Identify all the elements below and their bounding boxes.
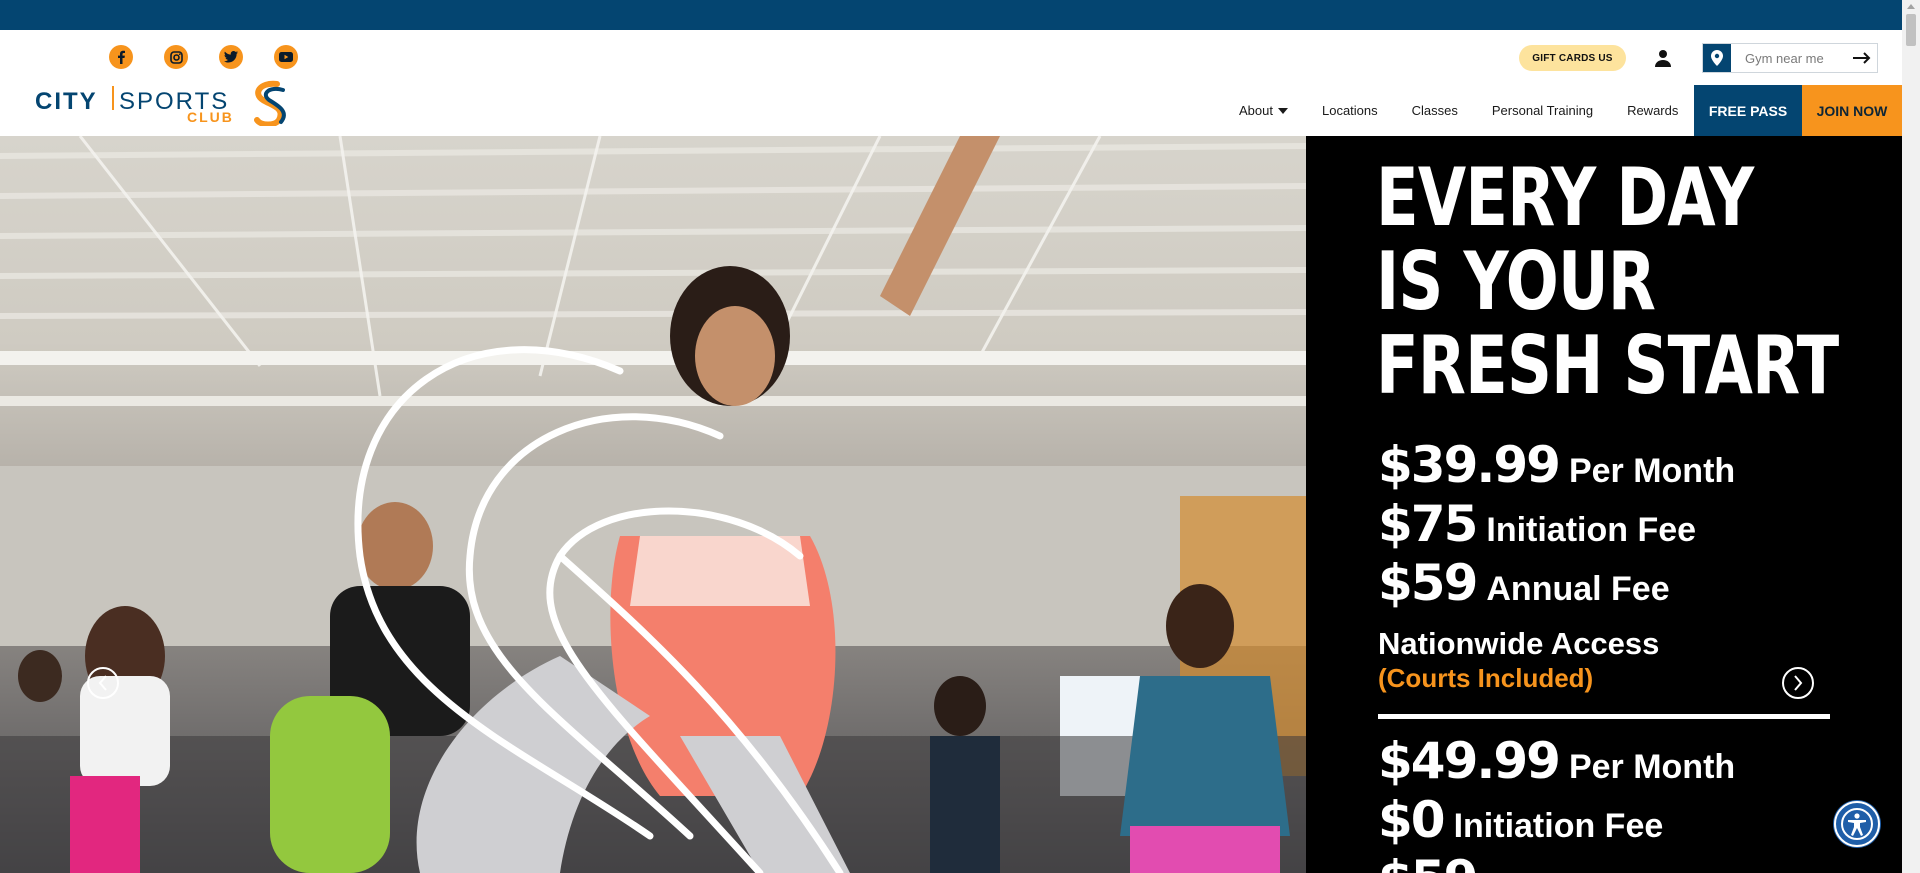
logo-s-mark-icon — [254, 80, 286, 126]
gym-search-input[interactable] — [1743, 49, 1853, 67]
price-label: Per Month — [1568, 748, 1736, 786]
twitter-icon[interactable] — [219, 45, 243, 69]
access-note: (Courts Included) — [1378, 663, 1594, 693]
nav-item-label: Classes — [1411, 103, 1458, 118]
logo-club-text: CLUB — [187, 109, 234, 125]
price-amount: $39.99 — [1378, 436, 1561, 494]
price-amount: $0 — [1378, 791, 1446, 849]
price-row: $59 — [1378, 850, 1486, 873]
page-scrollbar[interactable] — [1902, 0, 1920, 873]
price-row: $0 Initiation Fee — [1378, 791, 1663, 849]
price-amount: $59 — [1378, 850, 1478, 873]
nav-item-rewards[interactable]: Rewards — [1610, 85, 1695, 136]
chevron-right-icon[interactable] — [1782, 667, 1814, 699]
headline-line: EVERY DAY — [1376, 151, 1754, 244]
main-nav: About Locations Classes Personal Trainin… — [1222, 85, 1695, 136]
join-now-button[interactable]: JOIN NOW — [1802, 85, 1902, 136]
top-strip — [0, 0, 1920, 30]
hero-image — [0, 136, 1306, 873]
facebook-icon[interactable] — [109, 45, 133, 69]
headline-line: IS YOUR — [1376, 235, 1656, 328]
scrollbar-thumb[interactable] — [1906, 14, 1916, 46]
nav-item-label: Personal Training — [1491, 103, 1594, 118]
site-header: CITY SPORTS CLUB GIFT CARDS US About — [0, 30, 1902, 136]
free-pass-button[interactable]: FREE PASS — [1694, 85, 1802, 136]
user-icon[interactable] — [1654, 49, 1672, 67]
price-row: $59 Annual Fee — [1378, 554, 1670, 612]
hero-photo-illustration — [0, 136, 1306, 873]
nav-item-label: Rewards — [1627, 103, 1679, 118]
price-amount: $75 — [1378, 495, 1478, 553]
promo-panel: EVERY DAY IS YOUR FRESH START $39.99 Per… — [1306, 136, 1902, 873]
price-label: Initiation Fee — [1486, 511, 1697, 549]
hero-carousel: EVERY DAY IS YOUR FRESH START $39.99 Per… — [0, 136, 1902, 873]
nav-item-about[interactable]: About — [1222, 85, 1305, 136]
page: CITY SPORTS CLUB GIFT CARDS US About — [0, 0, 1920, 873]
nav-item-personal-training[interactable]: Personal Training — [1475, 85, 1610, 136]
arrow-right-icon[interactable] — [1853, 46, 1871, 70]
price-label: Annual Fee — [1486, 570, 1670, 608]
price-label: Per Month — [1568, 452, 1736, 490]
nav-item-label: About — [1239, 103, 1273, 118]
chevron-left-icon[interactable] — [87, 667, 119, 699]
logo-city-text: CITY — [35, 88, 98, 115]
price-row: $49.99 Per Month — [1378, 732, 1735, 790]
gift-cards-button[interactable]: GIFT CARDS US — [1519, 45, 1626, 71]
headline-line: FRESH START — [1376, 319, 1839, 412]
scroll-up-icon[interactable] — [1907, 4, 1915, 9]
gym-search — [1702, 43, 1878, 73]
nav-item-classes[interactable]: Classes — [1395, 85, 1475, 136]
nav-item-label: Locations — [1321, 103, 1378, 118]
nav-item-locations[interactable]: Locations — [1305, 85, 1395, 136]
logo-divider — [112, 86, 114, 110]
price-row: $75 Initiation Fee — [1378, 495, 1696, 553]
social-links — [109, 45, 298, 69]
caret-down-icon — [1277, 107, 1288, 114]
price-label: Initiation Fee — [1453, 807, 1664, 845]
instagram-icon[interactable] — [164, 45, 188, 69]
youtube-icon[interactable] — [274, 45, 298, 69]
price-amount: $49.99 — [1378, 732, 1561, 790]
promo-divider — [1378, 714, 1830, 719]
price-amount: $59 — [1378, 554, 1478, 612]
promo-headline: EVERY DAY IS YOUR FRESH START — [1376, 151, 1839, 412]
site-logo[interactable]: CITY SPORTS CLUB — [35, 80, 290, 128]
access-title: Nationwide Access — [1378, 626, 1660, 661]
price-row: $39.99 Per Month — [1378, 436, 1735, 494]
accessibility-icon[interactable] — [1834, 801, 1880, 847]
map-pin-icon — [1703, 44, 1731, 72]
